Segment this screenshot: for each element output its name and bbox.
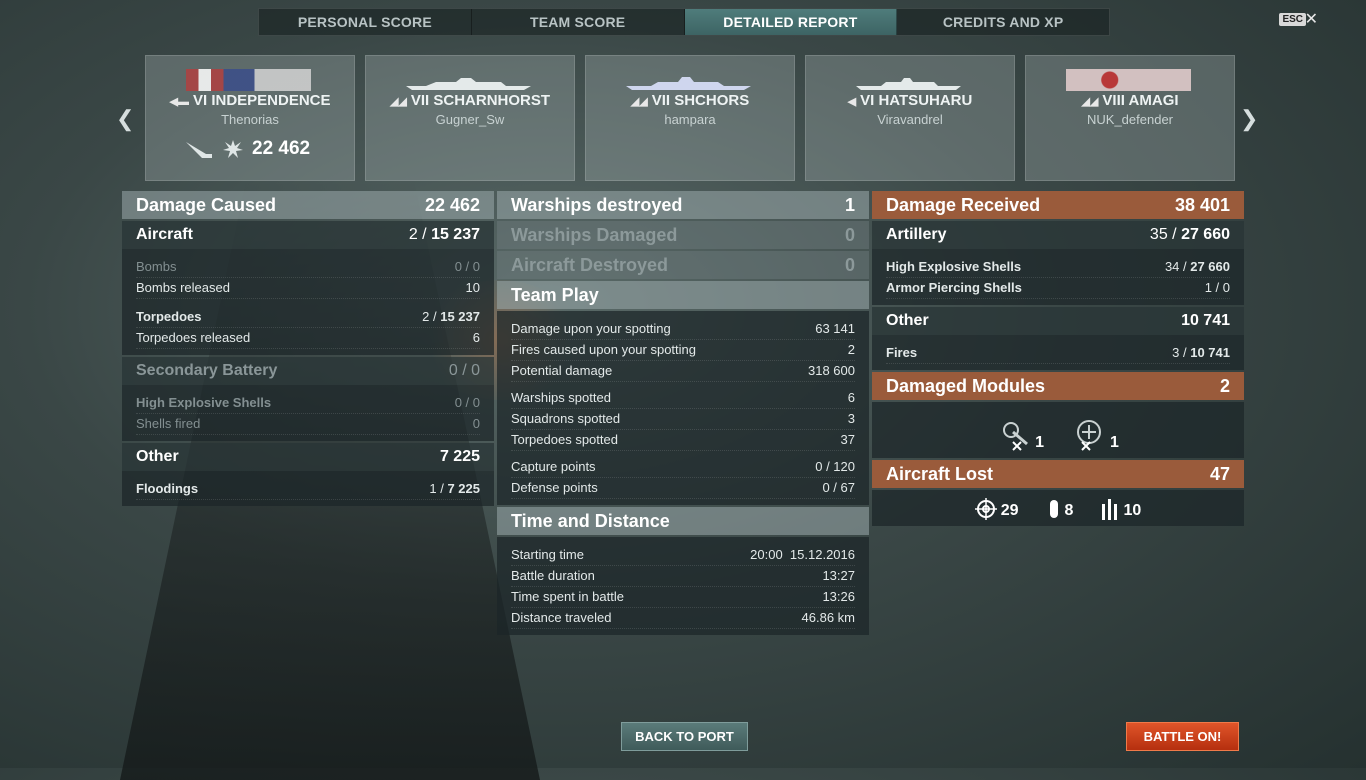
ship-card[interactable]: ◢◢ VIII AMAGI NUK_defender	[1025, 55, 1235, 181]
cruiser-class-icon: ◢◢	[630, 96, 648, 108]
battle-on-button[interactable]: BATTLE ON!	[1126, 722, 1239, 751]
player-name: Gugner_Sw	[435, 112, 505, 127]
stat-row: Battle duration 13:27	[511, 566, 855, 587]
aircraft-destroyed-header: Aircraft Destroyed 0	[497, 251, 869, 279]
stat-row: Warships spotted 6	[511, 388, 855, 409]
gun-module-icon	[1003, 422, 1029, 451]
other-details: Fires 3 / 10 741	[872, 335, 1244, 370]
tab-team-score[interactable]: TEAM SCORE	[472, 9, 685, 35]
other-details: Floodings 1 / 7 225	[122, 471, 494, 506]
player-name: NUK_defender	[1087, 112, 1173, 127]
fighter-icon	[974, 498, 997, 520]
ship-name: ◀ VI HATSUHARU	[847, 92, 973, 109]
battleship-class-icon: ◢◢	[389, 96, 407, 108]
warships-damaged-header: Warships Damaged 0	[497, 221, 869, 249]
ship-name: ◢◢ VII SCHARNHORST	[389, 92, 551, 109]
stat-row: Distance traveled 46.86 km	[511, 608, 855, 629]
stat-row: Bombs released 10	[136, 278, 480, 299]
module-item: 1	[1072, 418, 1119, 452]
ship-silhouette	[626, 77, 751, 90]
ship-silhouette	[406, 78, 531, 90]
stat-row: Armor Piercing Shells 1 / 0	[886, 278, 1230, 299]
stat-row: Potential damage 318 600	[511, 361, 855, 382]
card-damage: 22 462	[184, 138, 310, 160]
artillery-row: Artillery 35 / 27 660	[872, 221, 1244, 249]
ship-portrait	[1066, 69, 1191, 91]
tab-credits-xp[interactable]: CREDITS AND XP	[897, 9, 1109, 35]
player-name: hampara	[664, 112, 716, 127]
stat-row: Fires 3 / 10 741	[886, 343, 1230, 364]
ship-card[interactable]: ◢◢ VII SCHARNHORST Gugner_Sw	[365, 55, 575, 181]
ship-cards: ◀▬ VI INDEPENDENCE Thenorias 22 462 ◢◢ VII…	[145, 55, 1235, 181]
damage-burst-icon	[223, 140, 243, 158]
ship-name: ◢◢ VIII AMAGI	[1081, 92, 1179, 109]
secondary-battery-row: Secondary Battery 0 / 0	[122, 357, 494, 385]
stat-row: Time spent in battle 13:26	[511, 587, 855, 608]
prev-arrow-icon[interactable]: ❮	[116, 106, 134, 132]
secondary-details: High Explosive Shells 0 / 0 Shells fired 0	[122, 385, 494, 441]
stat-row: High Explosive Shells 0 / 0	[136, 393, 480, 414]
stat-row: Fires caused upon your spotting 2	[511, 340, 855, 361]
team-play-header: Team Play	[497, 281, 869, 309]
aircraft-item: 8	[1047, 498, 1073, 520]
damage-received-panel: Damage Received 38 401 Artillery 35 / 27 6…	[872, 191, 1244, 528]
aircraft-row: Aircraft 2 / 15 237	[122, 221, 494, 249]
aircraft-lost-icons: 29 8 10	[872, 490, 1244, 526]
stat-row: Defense points 0 / 67	[511, 478, 855, 499]
next-arrow-icon[interactable]: ❯	[1240, 106, 1258, 132]
tab-personal-score[interactable]: PERSONAL SCORE	[259, 9, 472, 35]
tab-detailed-report[interactable]: DETAILED REPORT	[684, 9, 898, 35]
stat-row: Shells fired 0	[136, 414, 480, 435]
stat-row: Capture points 0 / 120	[511, 457, 855, 478]
ship-card[interactable]: ◢◢ VII SHCHORS hampara	[585, 55, 795, 181]
stat-row: High Explosive Shells 34 / 27 660	[886, 257, 1230, 278]
bomber-icon	[1049, 500, 1058, 518]
damage-caused-panel: Damage Caused 22 462 Aircraft 2 / 15 237 B…	[122, 191, 494, 508]
back-to-port-button[interactable]: BACK TO PORT	[621, 722, 748, 751]
other-row: Other 7 225	[122, 443, 494, 471]
player-name: Viravandrel	[877, 112, 943, 127]
aircraft-item: 10	[1101, 498, 1141, 520]
stat-row: Bombs 0 / 0	[136, 257, 480, 278]
battleship-class-icon: ◢◢	[1081, 96, 1099, 108]
warships-destroyed-header: Warships destroyed 1	[497, 191, 869, 219]
ship-name: ◢◢ VII SHCHORS	[630, 92, 750, 109]
battle-summary-panel: Warships destroyed 1 Warships Damaged 0 Ai…	[497, 191, 869, 637]
stat-row: Torpedoes spotted 37	[511, 430, 855, 451]
time-distance-details: Starting time 20:00 15.12.2016 Battle dur…	[497, 537, 869, 635]
report-tabs: PERSONAL SCORE TEAM SCORE DETAILED REPOR…	[258, 8, 1110, 36]
aircraft-item: 29	[974, 498, 1019, 520]
artillery-details: High Explosive Shells 34 / 27 660 Armor P…	[872, 249, 1244, 305]
team-play-details: Damage upon your spotting 63 141 Fires ca…	[497, 311, 869, 505]
ship-card[interactable]: ◀ VI HATSUHARU Viravandrel	[805, 55, 1015, 181]
stat-row: Torpedoes 2 / 15 237	[136, 307, 480, 328]
damage-received-header: Damage Received 38 401	[872, 191, 1244, 219]
stat-row: Squadrons spotted 3	[511, 409, 855, 430]
damage-caused-header: Damage Caused 22 462	[122, 191, 494, 219]
stat-row: Starting time 20:00 15.12.2016	[511, 545, 855, 566]
module-item: 1	[997, 418, 1044, 452]
stat-row: Torpedoes released 6	[136, 328, 480, 349]
ship-card[interactable]: ◀▬ VI INDEPENDENCE Thenorias 22 462	[145, 55, 355, 181]
carrier-class-icon: ◀▬	[169, 96, 189, 108]
damaged-modules-header: Damaged Modules 2	[872, 372, 1244, 400]
destroyer-class-icon: ◀	[847, 96, 857, 108]
damaged-modules-icons: 1 1	[872, 402, 1244, 458]
esc-key-label: ESC	[1279, 13, 1306, 26]
torpedo-bomber-icon	[1102, 499, 1118, 520]
aa-module-icon	[1077, 420, 1101, 451]
ship-silhouette	[856, 78, 961, 90]
close-icon[interactable]: ✕	[1305, 9, 1318, 29]
ship-name: ◀▬ VI INDEPENDENCE	[169, 92, 331, 109]
stat-row: Damage upon your spotting 63 141	[511, 319, 855, 340]
other-row: Other 10 741	[872, 307, 1244, 335]
aircraft-lost-header: Aircraft Lost 47	[872, 460, 1244, 488]
ship-portrait	[186, 69, 311, 91]
torpedo-hit-icon	[186, 142, 212, 158]
player-name: Thenorias	[221, 112, 279, 127]
time-distance-header: Time and Distance	[497, 507, 869, 535]
aircraft-details: Bombs 0 / 0 Bombs released 10 Torpedoes 2 /…	[122, 249, 494, 355]
stat-row: Floodings 1 / 7 225	[136, 479, 480, 500]
